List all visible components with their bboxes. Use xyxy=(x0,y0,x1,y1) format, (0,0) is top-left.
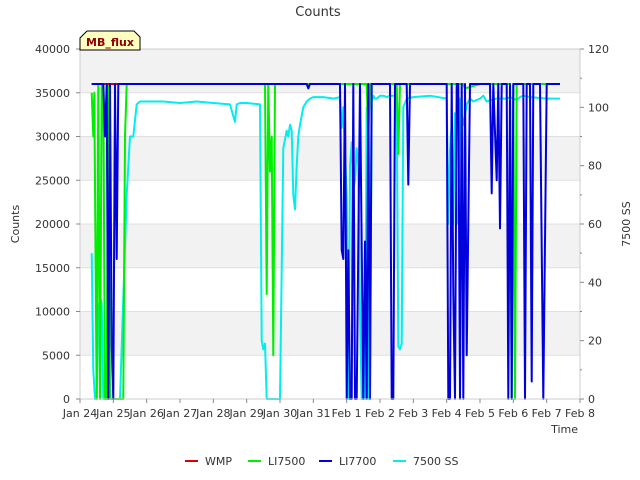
x-tick-label: Jan 25 xyxy=(95,407,130,420)
y-tick-label: 0 xyxy=(63,393,70,406)
y-tick-label: 25000 xyxy=(35,174,70,187)
legend-label: LI7500 xyxy=(268,455,305,468)
x-axis-ticks: Jan 24Jan 25Jan 26Jan 27Jan 28Jan 29Jan … xyxy=(62,399,595,420)
y2-tick-label: 60 xyxy=(588,218,602,231)
legend-label: 7500 SS xyxy=(413,455,458,468)
x-tick-label: Jan 26 xyxy=(128,407,163,420)
y-tick-label: 30000 xyxy=(35,131,70,144)
y-tick-label: 10000 xyxy=(35,306,70,319)
plot-background xyxy=(80,49,580,356)
x-tick-label: Feb 3 xyxy=(398,407,428,420)
x-tick-label: Jan 30 xyxy=(262,407,297,420)
badge-text: MB_flux xyxy=(86,36,134,49)
x-tick-label: Jan 27 xyxy=(162,407,197,420)
y2-axis-label: 7500 SS xyxy=(620,201,633,246)
legend-label: WMP xyxy=(205,455,232,468)
legend-label: LI7700 xyxy=(339,455,376,468)
plot-band xyxy=(80,136,580,181)
x-tick-label: Feb 1 xyxy=(332,407,362,420)
plot-band xyxy=(80,311,580,356)
y2-tick-label: 20 xyxy=(588,335,602,348)
y2-tick-label: 80 xyxy=(588,160,602,173)
x-tick-label: Feb 8 xyxy=(565,407,595,420)
y2-axis-ticks: 0 20 40 60 80 100 120 xyxy=(580,43,609,406)
x-tick-label: Feb 2 xyxy=(365,407,395,420)
x-tick-label: Jan 31 xyxy=(295,407,330,420)
y2-tick-label: 40 xyxy=(588,276,602,289)
x-tick-label: Feb 5 xyxy=(465,407,495,420)
plot-band xyxy=(80,49,580,93)
x-tick-label: Jan 29 xyxy=(228,407,263,420)
y-tick-label: 5000 xyxy=(42,349,70,362)
y-tick-label: 35000 xyxy=(35,87,70,100)
x-tick-label: Feb 6 xyxy=(498,407,528,420)
x-tick-label: Jan 28 xyxy=(195,407,230,420)
y-tick-label: 20000 xyxy=(35,218,70,231)
y-tick-label: 40000 xyxy=(35,43,70,56)
y-tick-label: 15000 xyxy=(35,262,70,275)
x-tick-label: Feb 7 xyxy=(532,407,562,420)
y2-tick-label: 100 xyxy=(588,101,609,114)
chart: Counts Jan 24Jan 25Jan 26Jan 27Jan 28Jan… xyxy=(9,5,633,468)
y-axis-ticks: 0 5000 10000 15000 20000 25000 30000 35000 40000 xyxy=(35,43,80,406)
chart-title: Counts xyxy=(295,5,341,20)
legend: WMP LI7500 LI7700 7500 SS xyxy=(185,455,458,468)
y2-tick-label: 0 xyxy=(588,393,595,406)
y-axis-label: Counts xyxy=(9,205,22,244)
plot-band xyxy=(80,224,580,268)
x-tick-label: Feb 4 xyxy=(432,407,462,420)
badge: MB_flux xyxy=(79,30,141,51)
y2-tick-label: 120 xyxy=(588,43,609,56)
x-axis-label: Time xyxy=(550,423,578,436)
x-tick-label: Jan 24 xyxy=(62,407,97,420)
